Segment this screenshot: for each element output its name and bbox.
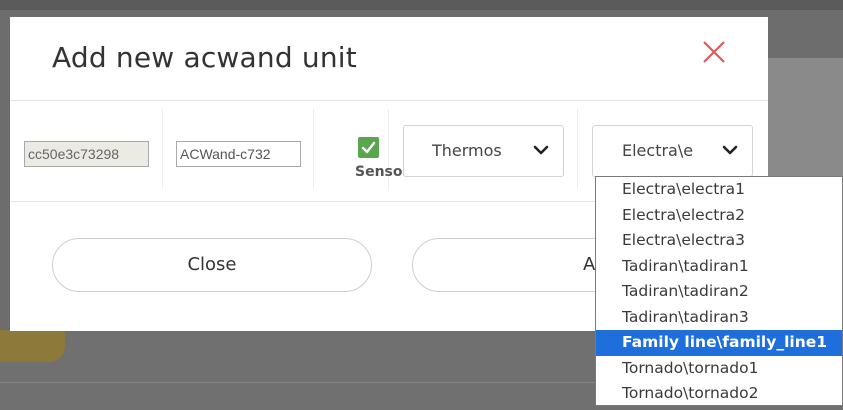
column-divider [313, 109, 314, 189]
sensor-label: Sensor [355, 164, 410, 180]
model-option[interactable]: Tornado\tornado1 [596, 356, 842, 382]
model-option[interactable]: Tadiran\tadiran1 [596, 254, 842, 280]
background-badge [0, 330, 65, 362]
sensor-checkbox[interactable] [358, 137, 379, 158]
column-divider [577, 109, 578, 189]
type-select[interactable]: Thermos [403, 125, 564, 177]
type-select-value: Thermos [432, 141, 502, 160]
model-option[interactable]: Tadiran\tadiran3 [596, 305, 842, 331]
chevron-down-icon [533, 145, 549, 155]
model-option[interactable]: Electra\electra1 [596, 177, 842, 203]
check-icon [361, 141, 376, 154]
model-option-selected[interactable]: Family line\family_line1 [596, 330, 842, 356]
unit-name-input[interactable]: ACWand-c732 [176, 141, 301, 167]
model-option[interactable]: Electra\electra3 [596, 228, 842, 254]
background-topbar [0, 0, 843, 10]
chevron-down-icon [722, 145, 738, 155]
model-select[interactable]: Electra\e [592, 125, 753, 177]
model-dropdown-list: Electra\electra1 Electra\electra2 Electr… [595, 176, 843, 406]
dialog-title: Add new acwand unit [52, 41, 357, 74]
header-divider [10, 100, 768, 101]
column-divider [162, 109, 163, 189]
model-option[interactable]: Electra\electra2 [596, 203, 842, 229]
close-icon[interactable] [697, 35, 731, 69]
close-button[interactable]: Close [52, 238, 372, 292]
mac-address-field[interactable]: cc50e3c73298 [24, 141, 149, 167]
model-select-value: Electra\e [622, 141, 694, 160]
model-option[interactable]: Tadiran\tadiran2 [596, 279, 842, 305]
model-option[interactable]: Tornado\tornado2 [596, 381, 842, 405]
